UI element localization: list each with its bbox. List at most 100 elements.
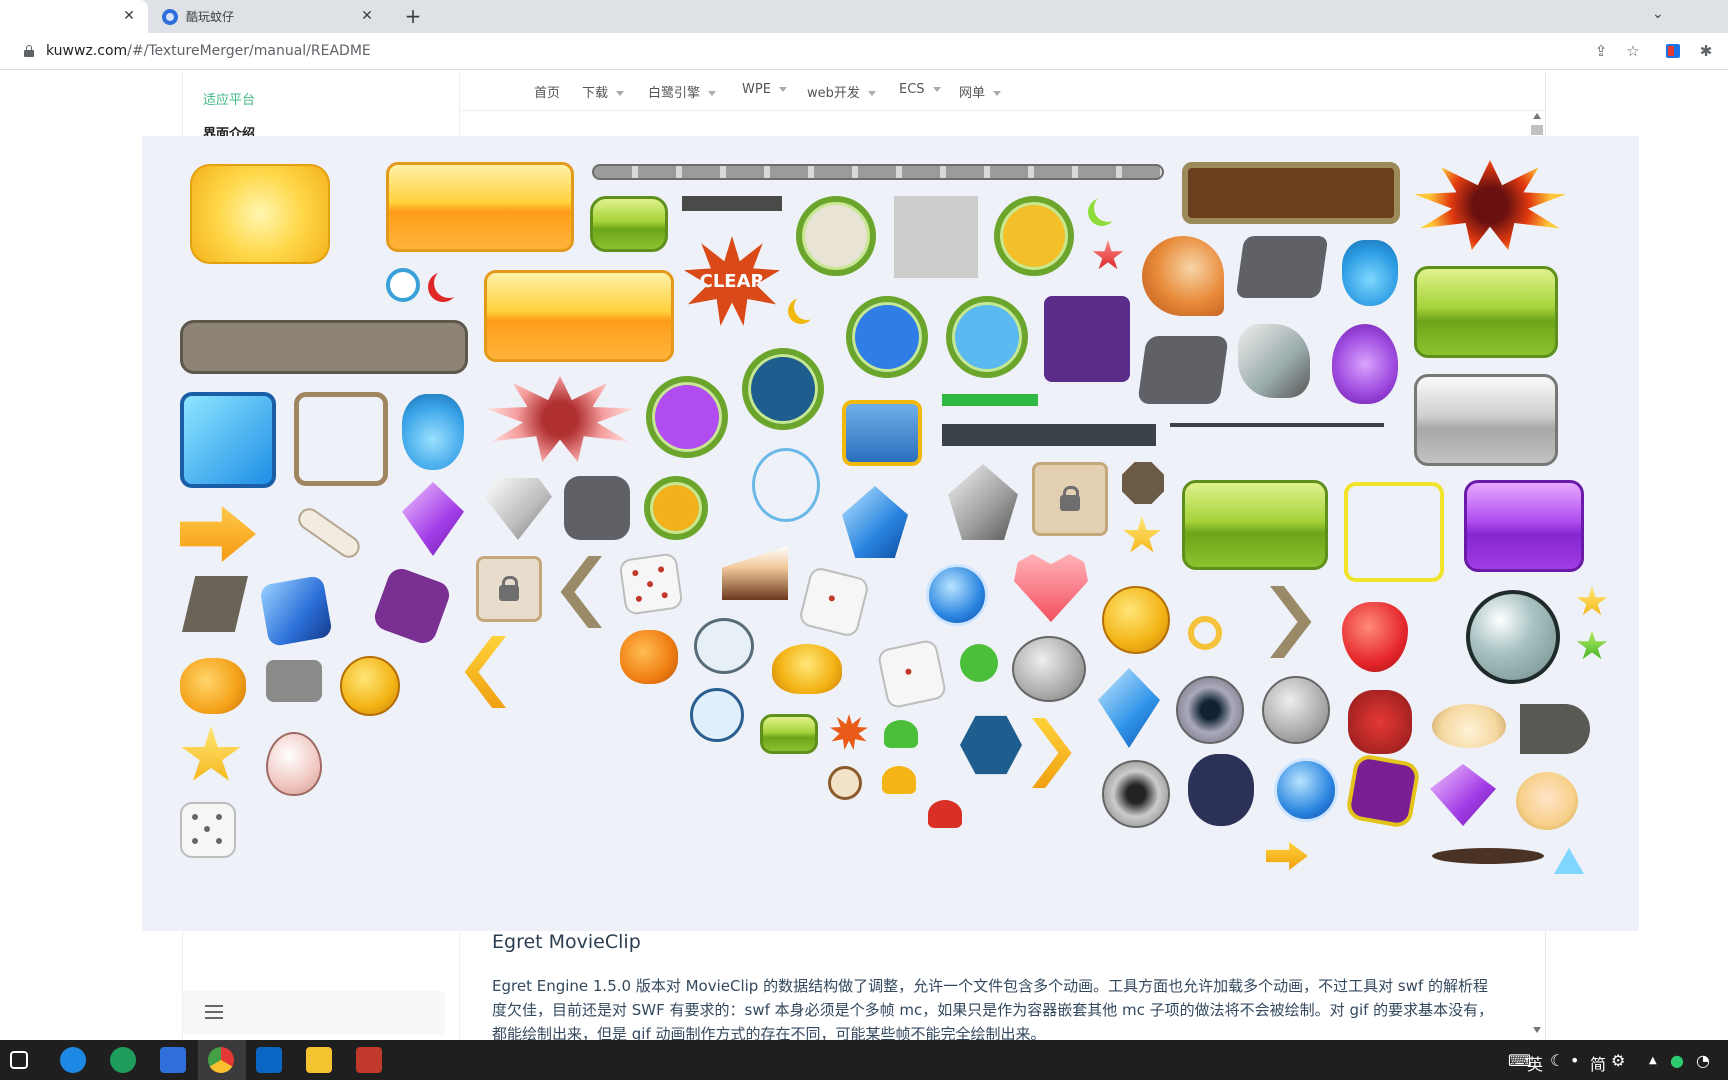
new-tab-button[interactable]: + bbox=[402, 5, 424, 27]
blue-rune-icon bbox=[259, 574, 333, 648]
settings-gear-icon[interactable]: ⚙ bbox=[1611, 1051, 1625, 1070]
dice-icon bbox=[618, 552, 684, 616]
caret-down-icon bbox=[778, 87, 787, 92]
dice-icon bbox=[180, 802, 236, 858]
chevron-down-icon[interactable]: ⌄ bbox=[1652, 6, 1676, 22]
scroll-down-icon[interactable] bbox=[1533, 1027, 1541, 1033]
punctuation-icon[interactable]: • bbox=[1570, 1051, 1579, 1070]
chevron-right-icon bbox=[1270, 586, 1312, 658]
yellow-moon-icon bbox=[794, 294, 820, 320]
silver-coin-icon bbox=[1012, 636, 1086, 702]
thin-bar-sprite bbox=[1170, 423, 1384, 427]
blue-triangle-icon bbox=[1554, 848, 1584, 874]
grey-scroll-sprite bbox=[1137, 336, 1229, 404]
nav-item-home[interactable]: 首页 bbox=[534, 82, 560, 101]
gold-coin-icon bbox=[340, 656, 400, 716]
nav-item-egret[interactable]: 白鹭引擎 bbox=[648, 82, 717, 101]
round-creature-icon bbox=[694, 618, 754, 674]
extension-icon[interactable] bbox=[1666, 44, 1680, 58]
purple-button-sprite bbox=[1464, 480, 1584, 572]
silver-swirl-icon bbox=[1262, 676, 1330, 744]
gold-ingots-icon bbox=[190, 164, 330, 264]
chevron-left-icon bbox=[560, 556, 602, 628]
glass-orb-sprite bbox=[1466, 590, 1560, 684]
question-coin-icon bbox=[828, 766, 862, 800]
red-star-icon bbox=[1092, 240, 1124, 270]
fairy-avatar-icon bbox=[1516, 772, 1578, 830]
explosion-burst-icon bbox=[1414, 160, 1566, 250]
cat-girl-avatar-icon bbox=[1188, 754, 1254, 826]
url-field[interactable]: kuwwz.com/#/TextureMerger/manual/README bbox=[46, 43, 371, 59]
top-nav: 首页 下载 白鹭引擎 WPE web开发 ECS 网单 bbox=[461, 71, 1545, 111]
caret-down-icon bbox=[993, 91, 1002, 96]
nav-item-wpe[interactable]: WPE bbox=[742, 82, 787, 97]
green-moon-icon bbox=[1094, 194, 1122, 222]
ghost-card-icon bbox=[894, 196, 978, 278]
input-lang-label[interactable]: 英 bbox=[1527, 1051, 1543, 1075]
caret-down-icon bbox=[708, 91, 717, 96]
chrome-icon[interactable] bbox=[208, 1047, 234, 1073]
green-star-icon bbox=[1576, 630, 1608, 660]
tab-current[interactable]: ✕ bbox=[0, 0, 148, 33]
brown-panel-sprite bbox=[180, 320, 468, 374]
ie-browser-icon[interactable] bbox=[60, 1047, 86, 1073]
green-creature-icon bbox=[960, 644, 998, 682]
green-button-sprite bbox=[1414, 266, 1558, 358]
heart-icon bbox=[1014, 554, 1088, 622]
blue-swirl-icon bbox=[1274, 758, 1338, 822]
tab-kuwwz[interactable]: 酷玩蚊仔 ✕ bbox=[148, 0, 386, 33]
clear-badge-icon: CLEAR bbox=[684, 236, 780, 326]
green-ring-coin-icon bbox=[994, 196, 1074, 276]
cake-slice-icon bbox=[722, 546, 788, 600]
scroll-up-icon[interactable] bbox=[1533, 113, 1541, 119]
wood-panel-sprite bbox=[1182, 162, 1400, 224]
edge-browser-icon[interactable] bbox=[110, 1047, 136, 1073]
sidebar-item-platform[interactable]: 适应平台 bbox=[203, 89, 255, 108]
rose-icon bbox=[1348, 690, 1412, 754]
close-icon[interactable]: ✕ bbox=[122, 9, 136, 23]
lock-icon[interactable] bbox=[24, 45, 34, 57]
pink-egg-icon bbox=[266, 732, 322, 796]
grey-scroll-sprite bbox=[1235, 236, 1329, 298]
wechat-icon[interactable]: ● bbox=[1670, 1051, 1684, 1070]
nav-item-web[interactable]: web开发 bbox=[807, 82, 876, 101]
nav-label: 首页 bbox=[534, 86, 561, 101]
grey-rounded-tile bbox=[564, 476, 630, 540]
puzzle-icon[interactable]: ✱ bbox=[1697, 42, 1715, 60]
feishu-icon[interactable] bbox=[160, 1047, 186, 1073]
texture-atlas-image: CLEAR bbox=[142, 136, 1639, 931]
section-paragraph: Egret Engine 1.5.0 版本对 MovieClip 的数据结构做了… bbox=[492, 977, 1494, 1043]
blue-hex-icon bbox=[960, 715, 1022, 775]
dumpling-icon bbox=[1432, 704, 1506, 748]
shield-badge-icon bbox=[842, 400, 922, 466]
chained-lock-icon bbox=[266, 660, 322, 702]
menu-icon[interactable] bbox=[205, 1005, 223, 1023]
brown-octagon-sprite bbox=[1122, 462, 1164, 504]
input-mode-label[interactable]: 简 bbox=[1590, 1051, 1606, 1075]
green-ring-hex-icon bbox=[742, 348, 824, 430]
bookmark-star-icon[interactable]: ☆ bbox=[1624, 42, 1642, 60]
orange-panel-sprite bbox=[484, 270, 674, 362]
nav-item-download[interactable]: 下载 bbox=[582, 82, 625, 101]
scroll-thumb[interactable] bbox=[1531, 125, 1543, 135]
nav-item-network[interactable]: 网单 bbox=[959, 82, 1002, 101]
green-pill-sprite bbox=[590, 196, 668, 252]
yellow-star-icon bbox=[1122, 516, 1162, 553]
green-pill-sprite bbox=[760, 714, 818, 754]
grey-tab-sprite bbox=[1520, 704, 1590, 754]
orange-button-sprite bbox=[386, 162, 574, 252]
smiling-creature-icon bbox=[690, 688, 744, 742]
url-host: kuwwz.com bbox=[46, 43, 128, 59]
task-view-icon[interactable] bbox=[10, 1051, 28, 1069]
wifi-icon[interactable]: ◔ bbox=[1696, 1051, 1710, 1070]
share-icon[interactable]: ⇪ bbox=[1592, 42, 1610, 60]
moon-icon[interactable]: ☾ bbox=[1550, 1051, 1564, 1070]
file-explorer-icon[interactable] bbox=[306, 1047, 332, 1073]
tray-expand-icon[interactable]: ▲ bbox=[1649, 1055, 1657, 1066]
alarm-clock-icon bbox=[386, 268, 420, 302]
tab-title: 酷玩蚊仔 bbox=[186, 10, 235, 24]
vscode-icon[interactable] bbox=[256, 1047, 282, 1073]
close-icon[interactable]: ✕ bbox=[360, 9, 374, 23]
nav-item-ecs[interactable]: ECS bbox=[899, 82, 941, 97]
app-icon[interactable] bbox=[356, 1047, 382, 1073]
